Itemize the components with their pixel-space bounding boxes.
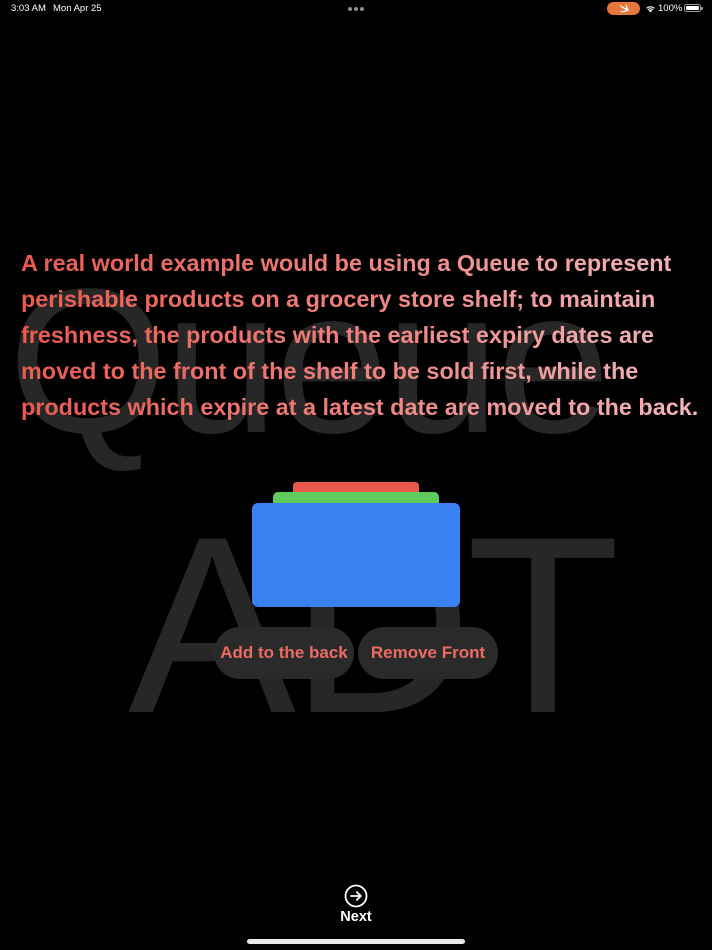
status-date: Mon Apr 25 — [53, 3, 102, 14]
remove-front-button[interactable]: Remove Front — [358, 627, 498, 679]
arrow-right-circle-icon — [344, 884, 368, 908]
add-to-back-button[interactable]: Add to the back — [214, 627, 354, 679]
multitask-dots-icon[interactable] — [348, 7, 364, 11]
description-text: A real world example would be using a Qu… — [21, 245, 701, 425]
battery-percentage: 100% — [658, 3, 683, 14]
swift-icon[interactable] — [607, 2, 640, 15]
wifi-icon — [646, 6, 655, 13]
status-time: 3:03 AM — [11, 3, 46, 14]
next-button[interactable]: Next — [331, 881, 381, 927]
battery-icon — [684, 4, 703, 12]
queue-item-blue — [252, 503, 460, 607]
home-indicator[interactable] — [247, 939, 465, 944]
status-bar: 3:03 AM Mon Apr 25 100% — [0, 0, 712, 18]
next-label: Next — [340, 909, 372, 925]
